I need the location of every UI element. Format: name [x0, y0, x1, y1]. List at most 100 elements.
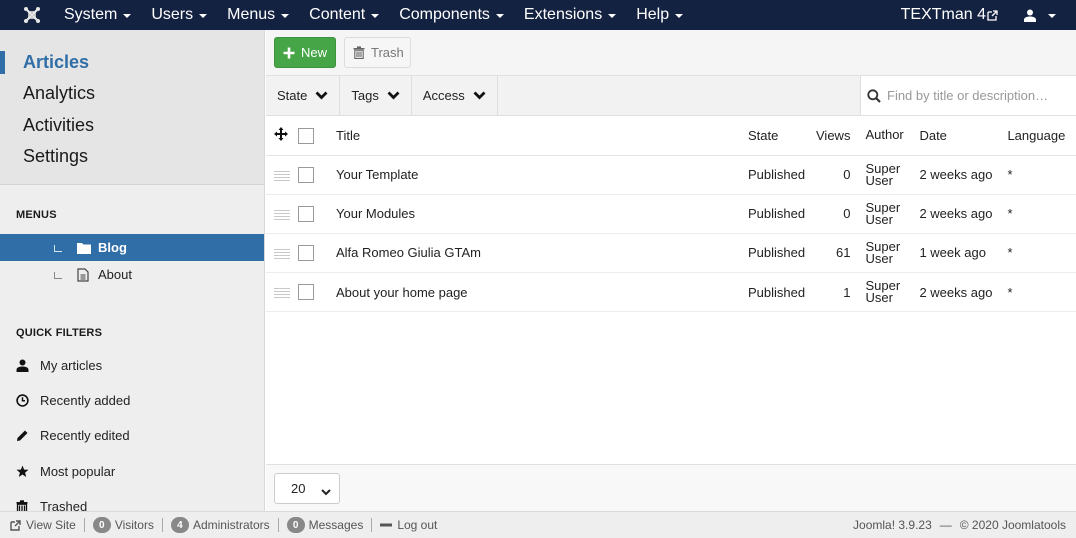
- drag-handle-icon[interactable]: [274, 288, 290, 299]
- toolbar: New Trash: [266, 30, 1076, 76]
- filter-tags[interactable]: Tags: [340, 76, 412, 115]
- filter-label: Access: [422, 88, 465, 103]
- article-date: 2 weeks ago: [919, 155, 1008, 195]
- list-limit-select[interactable]: 20: [274, 472, 340, 504]
- logout-link[interactable]: Log out: [372, 518, 445, 532]
- views-header[interactable]: Views: [816, 116, 866, 156]
- menu-label: Help: [636, 6, 670, 23]
- quick-filter-my-articles[interactable]: My articles: [0, 348, 264, 383]
- quick-filter-most-popular[interactable]: Most popular: [0, 454, 264, 489]
- sidebar-item-analytics[interactable]: Analytics: [0, 78, 264, 109]
- menu-item-about[interactable]: About: [0, 261, 264, 288]
- title-header[interactable]: Title: [336, 116, 748, 156]
- check-cell: [298, 272, 336, 313]
- article-views: 0: [816, 194, 866, 234]
- author-header[interactable]: Author: [865, 116, 920, 156]
- external-link-icon: [987, 9, 998, 21]
- new-button[interactable]: New: [274, 37, 336, 68]
- articles-table: Title State Views Author Date Language Y…: [266, 116, 1076, 313]
- messages-link[interactable]: 0 Messages: [279, 517, 372, 533]
- language-header[interactable]: Language: [1007, 116, 1076, 156]
- row-checkbox[interactable]: [298, 284, 314, 301]
- trash-button[interactable]: Trash: [344, 37, 411, 68]
- article-state[interactable]: Published: [748, 194, 816, 234]
- article-author: Super User: [865, 155, 920, 195]
- ordering-header[interactable]: [266, 116, 298, 156]
- date-header[interactable]: Date: [919, 116, 1008, 156]
- site-link[interactable]: TEXTman 4: [901, 6, 998, 24]
- sidebar-item-activities[interactable]: Activities: [0, 110, 264, 141]
- visitors-link[interactable]: 0 Visitors: [85, 517, 162, 533]
- select-all-header: [298, 116, 336, 156]
- menu-label: Components: [399, 6, 490, 23]
- logout-label: Log out: [397, 518, 438, 532]
- table-row[interactable]: Alfa Romeo Giulia GTAm Published 61 Supe…: [266, 233, 1076, 274]
- search-input[interactable]: [887, 88, 1067, 103]
- filter-label: State: [277, 88, 308, 103]
- article-title[interactable]: Alfa Romeo Giulia GTAm: [336, 233, 748, 274]
- user-menu[interactable]: [1024, 9, 1056, 22]
- filter-state[interactable]: State: [266, 76, 341, 115]
- quick-filter-recently-edited[interactable]: Recently edited: [0, 418, 264, 453]
- table-header-row: Title State Views Author Date Language: [266, 116, 1076, 156]
- view-site-link[interactable]: View Site: [0, 518, 84, 532]
- drag-cell: [266, 233, 298, 274]
- menu-extensions[interactable]: Extensions: [514, 0, 626, 30]
- article-state[interactable]: Published: [748, 233, 816, 274]
- menu-menus[interactable]: Menus: [217, 0, 299, 30]
- sidebar-item-settings[interactable]: Settings: [0, 141, 264, 172]
- menu-content[interactable]: Content: [299, 0, 389, 30]
- administrators-link[interactable]: 4 Administrators: [163, 517, 278, 533]
- move-icon: [274, 126, 288, 141]
- row-checkbox[interactable]: [298, 166, 314, 183]
- article-state[interactable]: Published: [748, 155, 816, 195]
- article-language: *: [1007, 194, 1076, 234]
- table-row[interactable]: About your home page Published 1 Super Us…: [266, 272, 1076, 313]
- menu-item-label: Blog: [98, 240, 127, 255]
- sidebar: Articles Analytics Activities Settings M…: [0, 30, 265, 514]
- article-state[interactable]: Published: [748, 272, 816, 313]
- state-header[interactable]: State: [748, 116, 816, 156]
- menu-item-blog[interactable]: Blog: [0, 234, 264, 261]
- chevron-down-icon: [473, 91, 486, 100]
- article-title[interactable]: Your Template: [336, 155, 748, 195]
- filter-access[interactable]: Access: [412, 76, 498, 115]
- table-row[interactable]: Your Template Published 0 Super User 2 we…: [266, 155, 1076, 195]
- messages-count-badge: 0: [286, 517, 305, 533]
- new-button-label: New: [301, 45, 328, 60]
- quick-filter-label: Most popular: [40, 463, 116, 479]
- sidebar-nav: Articles Analytics Activities Settings: [0, 30, 264, 185]
- author-last: User: [865, 290, 893, 306]
- article-language: *: [1007, 155, 1076, 195]
- row-checkbox[interactable]: [298, 245, 314, 262]
- status-bar: View Site 0 Visitors 4 Administrators 0 …: [0, 511, 1076, 538]
- document-icon: [77, 267, 91, 282]
- table-row[interactable]: Your Modules Published 0 Super User 2 wee…: [266, 194, 1076, 234]
- drag-cell: [266, 155, 298, 195]
- menu-label: Users: [151, 6, 194, 23]
- drag-handle-icon[interactable]: [274, 209, 290, 220]
- site-name: TEXTman 4: [900, 6, 986, 23]
- sidebar-item-articles[interactable]: Articles: [0, 47, 264, 78]
- author-last: User: [865, 172, 893, 188]
- drag-handle-icon[interactable]: [274, 249, 290, 260]
- article-title[interactable]: Your Modules: [336, 194, 748, 234]
- drag-handle-icon[interactable]: [274, 170, 290, 181]
- quick-filter-recently-added[interactable]: Recently added: [0, 383, 264, 418]
- caret-down-icon: [495, 14, 504, 18]
- article-title[interactable]: About your home page: [336, 272, 748, 313]
- menu-components[interactable]: Components: [389, 0, 514, 30]
- select-all-checkbox[interactable]: [298, 127, 314, 144]
- menu-system[interactable]: System: [64, 0, 141, 30]
- footer-info: Joomla! 3.9.23 — © 2020 Joomlatools: [853, 512, 1066, 538]
- visitors-label: Visitors: [114, 518, 154, 532]
- menu-users[interactable]: Users: [141, 0, 217, 30]
- joomla-logo-icon[interactable]: [0, 0, 64, 30]
- menu-help[interactable]: Help: [626, 0, 693, 30]
- check-cell: [298, 233, 336, 274]
- row-checkbox[interactable]: [298, 206, 314, 223]
- article-author: Super User: [865, 194, 920, 234]
- filter-label: Tags: [351, 88, 379, 103]
- pencil-icon: [15, 429, 29, 443]
- article-language: *: [1007, 272, 1076, 313]
